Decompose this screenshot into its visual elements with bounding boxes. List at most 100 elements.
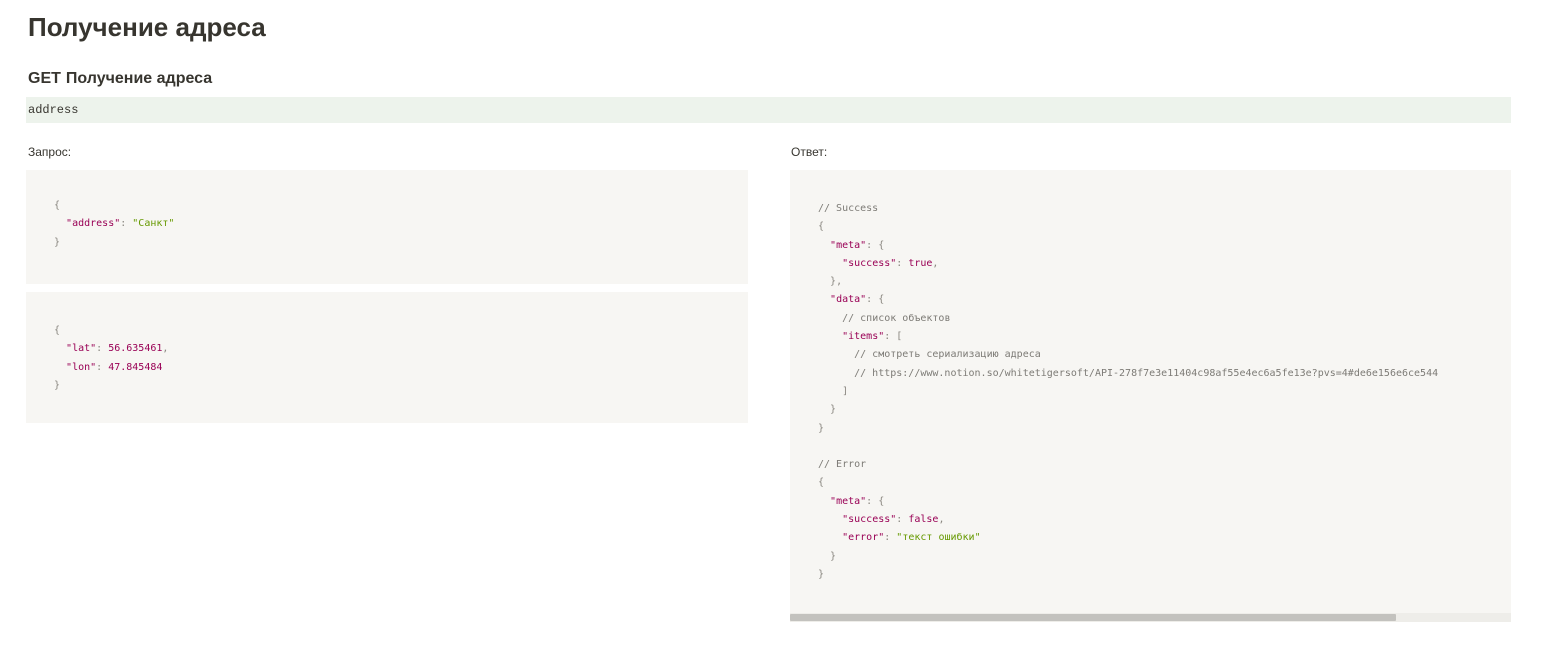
code-token-bool: false	[908, 514, 939, 526]
code-line: // Error	[818, 456, 1511, 474]
request-code-block-address[interactable]: { "address": "Санкт"}	[26, 170, 748, 284]
code-line: }	[818, 401, 1511, 419]
code-token-punct: }	[818, 422, 825, 434]
code-token-key: "items"	[842, 331, 885, 343]
code-token-punct: }	[818, 568, 825, 580]
code-line: },	[818, 273, 1511, 291]
code-token-punct: :	[896, 514, 909, 526]
code-line: }	[54, 377, 748, 395]
code-token-key: "lat"	[66, 343, 97, 355]
endpoint-heading: GET Получение адреса	[28, 70, 212, 88]
request-label: Запрос:	[28, 145, 72, 159]
code-line: }	[54, 234, 748, 252]
code-token-punct: {	[54, 325, 61, 336]
code-token-key: "address"	[66, 218, 121, 230]
response-code-block[interactable]: // Success{ "meta": { "success": true, }…	[790, 170, 1511, 622]
code-token-key: "success"	[842, 257, 897, 269]
code-token-punct: :	[96, 361, 109, 373]
code-token-punct: :	[120, 218, 133, 230]
endpoint-name: Получение адреса	[65, 70, 213, 87]
code-token-str: "текст ошибки"	[896, 532, 981, 544]
code-line: "lon": 47.845484	[54, 359, 748, 377]
code-line: "success": true,	[818, 255, 1511, 273]
code-token-comment: // Error	[818, 459, 867, 471]
code-token-comment: // список объектов	[842, 312, 951, 324]
code-line: ]	[818, 383, 1511, 401]
code-token-key: "meta"	[830, 495, 867, 507]
code-line: // список объектов	[818, 310, 1511, 328]
code-line: "error": "текст ошибки"	[818, 529, 1511, 547]
code-token-punct: :	[96, 343, 109, 355]
code-line: "data": {	[818, 291, 1511, 309]
code-token-str: "Санкт"	[132, 218, 175, 230]
code-token-punct: }	[54, 379, 61, 391]
code-line: "meta": {	[818, 237, 1511, 255]
code-token-punct: {	[54, 200, 61, 211]
code-line: // https://www.notion.so/whitetigersoft/…	[818, 365, 1511, 383]
code-token-punct: }	[54, 236, 61, 248]
code-line: "address": "Санкт"	[54, 215, 748, 233]
code-token-punct: : [	[884, 331, 903, 343]
response-label: Ответ:	[791, 145, 828, 159]
page-title: Получение адреса	[28, 12, 266, 42]
code-token-punct: :	[896, 257, 909, 269]
code-token-punct: {	[818, 221, 825, 233]
code-line: {	[54, 197, 748, 215]
code-line: }	[818, 420, 1511, 438]
code-line: {	[818, 218, 1511, 236]
code-line: }	[818, 548, 1511, 566]
code-line: "success": false,	[818, 511, 1511, 529]
http-method-label: GET	[28, 70, 61, 87]
code-token-punct: }	[830, 404, 837, 416]
code-token-punct: ,	[162, 343, 169, 355]
response-horizontal-scrollbar[interactable]	[790, 613, 1511, 622]
code-line: "items": [	[818, 328, 1511, 346]
code-token-comment: // смотреть сериализацию адреса	[854, 349, 1041, 361]
code-token-punct: : {	[866, 239, 885, 251]
request-code-block-coordinates[interactable]: { "lat": 56.635461, "lon": 47.845484}	[26, 292, 748, 423]
code-token-punct: ,	[932, 257, 939, 269]
code-token-key: "success"	[842, 514, 897, 526]
code-token-punct: ]	[842, 385, 849, 397]
code-line: {	[818, 474, 1511, 492]
code-line: // Success	[818, 200, 1511, 218]
code-token-comment: // Success	[818, 203, 879, 214]
code-token-bool: true	[908, 257, 933, 269]
code-token-key: "data"	[830, 294, 867, 306]
code-line: "meta": {	[818, 493, 1511, 511]
code-token-key: "lon"	[66, 361, 97, 373]
code-token-punct: : {	[866, 294, 885, 306]
code-line: // смотреть сериализацию адреса	[818, 346, 1511, 364]
code-token-num: 47.845484	[108, 361, 163, 373]
code-token-num: 56.635461	[108, 343, 163, 355]
code-token-punct: :	[884, 532, 897, 544]
scrollbar-thumb[interactable]	[790, 614, 1396, 621]
code-token-key: "error"	[842, 532, 885, 544]
code-token-punct: {	[818, 477, 825, 489]
code-line: {	[54, 322, 748, 340]
code-token-punct: ,	[938, 514, 945, 526]
code-line: "lat": 56.635461,	[54, 340, 748, 358]
code-token-punct: },	[830, 276, 843, 288]
code-token-punct: }	[830, 550, 837, 562]
code-token-key: "meta"	[830, 239, 867, 251]
code-line: }	[818, 566, 1511, 584]
